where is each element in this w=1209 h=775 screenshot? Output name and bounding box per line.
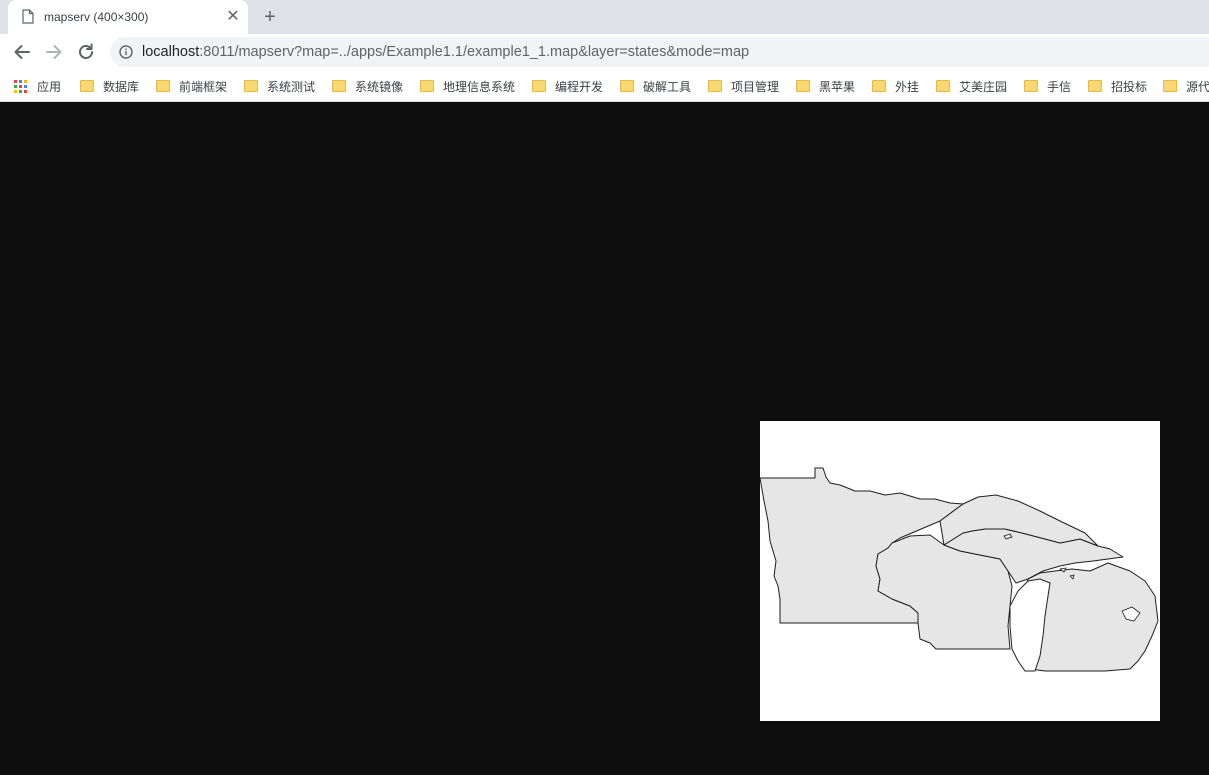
bookmark-folder[interactable]: 编程开发 (532, 77, 603, 95)
bookmark-folder[interactable]: 手信 (1024, 77, 1071, 95)
apps-grid-icon (14, 79, 27, 93)
document-icon (22, 9, 34, 24)
browser-toolbar: localhost:8011/mapserv?map=../apps/Examp… (0, 34, 1209, 70)
tab-strip: mapserv (400×300) ✕ + (0, 0, 1209, 34)
bookmarks-bar: 应用 数据库 前端框架 系统测试 系统镜像 地理信息系统 编程开发 破解工具 项… (0, 70, 1209, 102)
reload-button[interactable] (75, 41, 97, 63)
bookmark-label: 系统测试 (267, 79, 316, 94)
url-path: :8011/mapserv?map=../apps/Example1.1/exa… (199, 44, 750, 60)
map-image (760, 421, 1160, 721)
bookmark-label: 外挂 (895, 79, 920, 94)
folder-icon (872, 80, 886, 92)
folder-icon (1163, 80, 1177, 92)
folder-icon (244, 80, 258, 92)
folder-icon (936, 80, 950, 92)
bookmark-apps[interactable]: 应用 (14, 77, 61, 95)
back-arrow-icon (14, 45, 30, 59)
forward-button[interactable] (43, 41, 65, 63)
bookmark-label: 源代 (1186, 79, 1209, 94)
folder-icon (620, 80, 634, 92)
bookmark-folder[interactable]: 破解工具 (620, 77, 691, 95)
bookmark-label: 艾美庄园 (959, 79, 1008, 94)
bookmark-label: 手信 (1047, 79, 1072, 94)
bookmark-folder[interactable]: 系统测试 (244, 77, 315, 95)
info-icon[interactable] (119, 45, 133, 59)
bookmark-folder[interactable]: 源代 (1163, 77, 1209, 95)
bookmark-folder[interactable]: 黑苹果 (796, 77, 855, 95)
bookmark-label: 前端框架 (179, 79, 228, 94)
forward-arrow-icon (46, 45, 62, 59)
folder-icon (80, 80, 94, 92)
folder-icon (420, 80, 434, 92)
folder-icon (332, 80, 346, 92)
bookmark-folder[interactable]: 前端框架 (156, 77, 227, 95)
bookmark-label: 系统镜像 (355, 79, 404, 94)
tab-title: mapserv (400×300) (44, 10, 149, 24)
url-host: localhost (142, 44, 200, 60)
bookmark-folder[interactable]: 招投标 (1088, 77, 1147, 95)
folder-icon (796, 80, 810, 92)
back-button[interactable] (11, 41, 33, 63)
bookmark-label: 应用 (37, 79, 62, 94)
bookmark-label: 数据库 (103, 79, 140, 94)
bookmark-folder[interactable]: 艾美庄园 (936, 77, 1007, 95)
folder-icon (1024, 80, 1038, 92)
bookmark-label: 黑苹果 (819, 79, 856, 94)
folder-icon (532, 80, 546, 92)
new-tab-button[interactable]: + (259, 6, 281, 28)
active-tab[interactable]: mapserv (400×300) ✕ (8, 0, 248, 34)
close-tab-icon[interactable]: ✕ (224, 8, 242, 26)
bookmark-label: 项目管理 (731, 79, 780, 94)
bookmark-label: 破解工具 (643, 79, 692, 94)
bookmark-folder[interactable]: 项目管理 (708, 77, 779, 95)
bookmark-label: 地理信息系统 (443, 79, 516, 94)
bookmark-folder[interactable]: 数据库 (80, 77, 139, 95)
bookmark-folder[interactable]: 外挂 (872, 77, 919, 95)
states-map (760, 421, 1160, 721)
bookmark-folder[interactable]: 系统镜像 (332, 77, 403, 95)
bookmark-folder[interactable]: 地理信息系统 (420, 77, 515, 95)
url-text: localhost:8011/mapserv?map=../apps/Examp… (142, 44, 749, 60)
folder-icon (156, 80, 170, 92)
folder-icon (1088, 80, 1102, 92)
address-bar[interactable]: localhost:8011/mapserv?map=../apps/Examp… (110, 37, 1209, 67)
bookmark-label: 编程开发 (555, 79, 604, 94)
bookmark-label: 招投标 (1111, 79, 1148, 94)
folder-icon (708, 80, 722, 92)
reload-icon (79, 43, 93, 59)
